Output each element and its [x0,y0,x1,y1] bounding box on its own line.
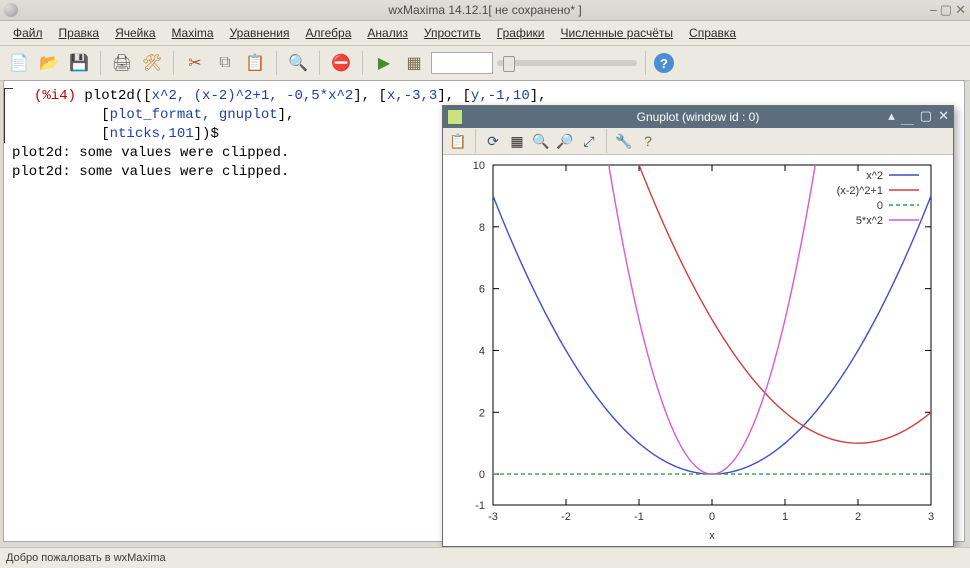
menu-help[interactable]: Справка [682,23,743,43]
menu-numeric[interactable]: Численные расчёты [554,23,681,43]
svg-text:0: 0 [479,469,485,481]
svg-text:0: 0 [709,511,715,523]
cut-button[interactable]: ✂ [182,50,208,76]
gp-zoom-next-button[interactable]: 🔎 [554,130,576,152]
menu-cell[interactable]: Ячейка [108,23,162,43]
svg-text:3: 3 [928,511,934,523]
svg-text:x: x [709,530,715,542]
svg-text:(x-2)^2+1: (x-2)^2+1 [837,185,883,197]
gp-copy-button[interactable]: 📋 [447,130,469,152]
menu-simplify[interactable]: Упростить [417,23,488,43]
svg-text:-3: -3 [488,511,498,523]
gp-autoscale-button[interactable]: ⤢ [578,130,600,152]
gp-config-button[interactable]: 🔧 [613,130,635,152]
prefs-button[interactable]: 🛠 [139,50,165,76]
menu-edit[interactable]: Правка [52,23,107,43]
svg-text:8: 8 [479,222,485,234]
menu-file[interactable]: Файл [6,23,50,43]
svg-text:4: 4 [479,345,485,357]
gp-zoom-prev-button[interactable]: 🔍 [530,130,552,152]
svg-text:6: 6 [479,284,485,296]
interrupt-button[interactable]: ▦ [401,50,427,76]
svg-text:5*x^2: 5*x^2 [856,215,883,227]
input-prompt: (%i4) [34,88,76,104]
svg-text:x^2: x^2 [866,170,883,182]
save-file-button[interactable]: 💾 [66,50,92,76]
menu-plots[interactable]: Графики [490,23,552,43]
gnuplot-canvas[interactable]: -1 0 2 4 6 8 10 -3 -2 -1 0 1 2 3 x x^2 (x-2)^2+1 0 5*x^2 [443,155,953,546]
toolbar-separator [475,129,476,153]
toolbar-separator [606,129,607,153]
maximize-icon[interactable]: ▢ [940,2,952,18]
close-icon[interactable]: ✕ [955,2,966,18]
menu-maxima[interactable]: Maxima [165,23,221,43]
svg-text:0: 0 [877,200,883,212]
paste-button[interactable]: 📋 [242,50,268,76]
gnuplot-close-icon[interactable]: ✕ [938,108,949,127]
gnuplot-minimize-icon[interactable]: ＿ [901,108,914,127]
gp-help-button[interactable]: ? [637,130,659,152]
open-file-button[interactable]: 📂 [36,50,62,76]
cell-bracket[interactable] [4,88,13,143]
toolbar-separator [173,51,174,75]
menu-equations[interactable]: Уравнения [223,23,297,43]
gnuplot-toolbar: 📋 ⟳ ▦ 🔍 🔎 ⤢ 🔧 ? [443,128,953,155]
gnuplot-icon [447,109,463,125]
gp-replot-button[interactable]: ⟳ [482,130,504,152]
gnuplot-window: Gnuplot (window id : 0) ▴ ＿ ▢ ✕ 📋 ⟳ ▦ 🔍 … [442,105,954,547]
anim-dropdown[interactable] [431,52,493,74]
gnuplot-title: Gnuplot (window id : 0) [637,110,760,124]
main-titlebar: wxMaxima 14.12.1[ не сохранено* ] ⎯ ▢ ✕ [0,0,970,21]
toolbar-separator [100,51,101,75]
toolbar-separator [319,51,320,75]
new-file-button[interactable]: 📄 [6,50,32,76]
svg-text:10: 10 [473,160,485,172]
run-button[interactable]: ▶ [371,50,397,76]
menubar: Файл Правка Ячейка Maxima Уравнения Алге… [0,21,970,46]
help-button[interactable]: ? [654,53,674,73]
gnuplot-rollup-icon[interactable]: ▴ [888,108,895,127]
svg-text:-2: -2 [561,511,571,523]
menu-analysis[interactable]: Анализ [360,23,415,43]
toolbar-separator [276,51,277,75]
stop-button[interactable]: ⛔ [328,50,354,76]
svg-text:-1: -1 [475,500,485,512]
app-icon [4,3,18,17]
copy-button[interactable]: ⧉ [212,50,238,76]
find-button[interactable]: 🔍 [285,50,311,76]
toolbar: 📄 📂 💾 🖨 🛠 ✂ ⧉ 📋 🔍 ⛔ ▶ ▦ ? [0,46,970,81]
minimize-icon[interactable]: ⎯ [930,2,937,18]
gnuplot-titlebar[interactable]: Gnuplot (window id : 0) ▴ ＿ ▢ ✕ [443,106,953,128]
menu-algebra[interactable]: Алгебра [299,23,359,43]
svg-text:-1: -1 [634,511,644,523]
toolbar-separator [362,51,363,75]
print-button[interactable]: 🖨 [109,50,135,76]
svg-text:1: 1 [782,511,788,523]
toolbar-separator [645,51,646,75]
svg-text:2: 2 [479,407,485,419]
statusbar: Добро пожаловать в wxMaxima [0,547,970,568]
svg-text:2: 2 [855,511,861,523]
window-title: wxMaxima 14.12.1[ не сохранено* ] [388,3,581,17]
anim-slider[interactable] [497,60,637,66]
gp-grid-button[interactable]: ▦ [506,130,528,152]
gnuplot-maximize-icon[interactable]: ▢ [920,108,932,127]
status-text: Добро пожаловать в wxMaxima [6,552,166,564]
